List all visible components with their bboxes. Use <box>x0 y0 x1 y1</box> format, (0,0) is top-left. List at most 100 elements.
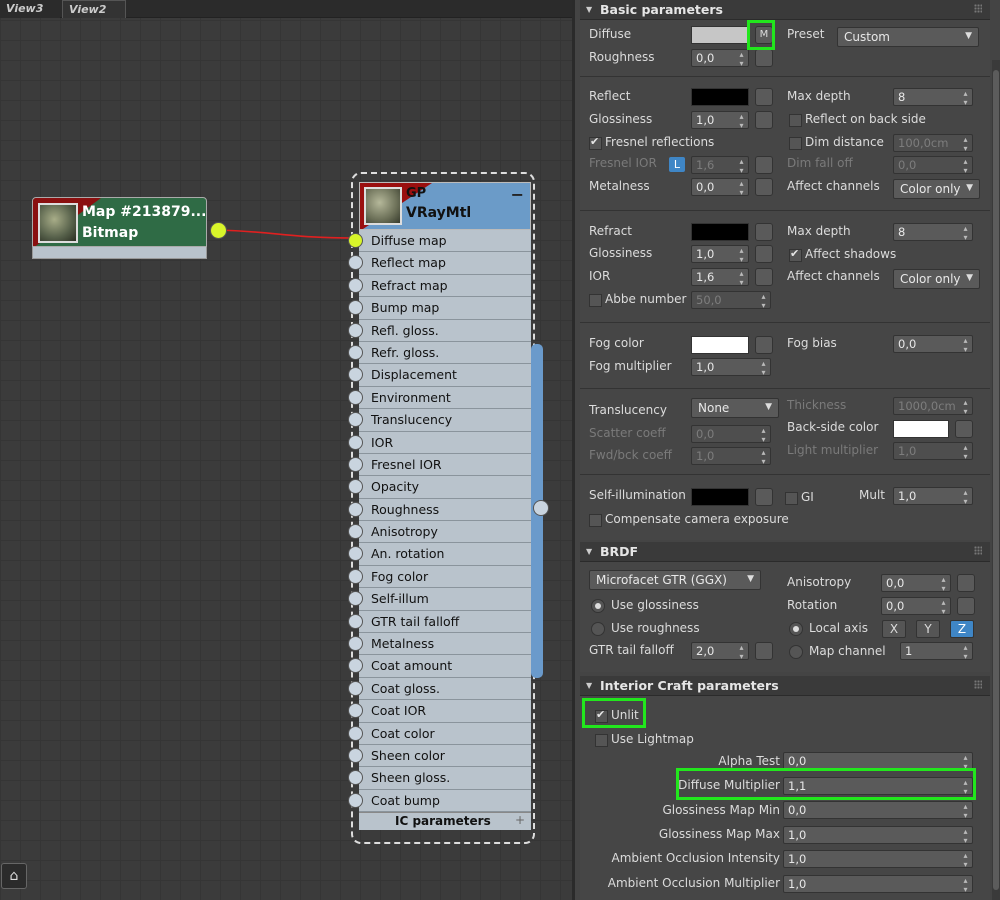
use-roughness-radio[interactable]: Use roughness <box>591 621 700 637</box>
map-slot[interactable]: Anisotropy <box>348 521 531 544</box>
map-slot[interactable]: GTR tail falloff <box>348 610 531 634</box>
map-slot[interactable]: Environment <box>348 386 531 410</box>
map-slot[interactable]: Coat color <box>348 722 531 745</box>
diffuse-multiplier-spinner[interactable]: 1,1 <box>783 777 973 795</box>
expand-plus-icon[interactable]: + <box>515 813 525 827</box>
map-slot[interactable]: Self-illum <box>348 588 531 611</box>
bitmap-output-socket[interactable] <box>210 222 227 239</box>
ior-spinner[interactable]: 1,6 <box>691 268 749 286</box>
anisotropy-map-button[interactable] <box>957 574 975 592</box>
input-socket[interactable] <box>348 412 363 428</box>
light-multiplier-spinner[interactable]: 1,0 <box>893 442 973 460</box>
map-slot[interactable]: Coat amount <box>348 655 531 678</box>
input-socket[interactable] <box>348 568 363 584</box>
input-socket[interactable] <box>348 233 363 248</box>
reflect-color-swatch[interactable] <box>691 88 749 106</box>
rollout-header-basic[interactable]: ▼ Basic parameters <box>580 0 990 20</box>
input-socket[interactable] <box>348 255 363 271</box>
dim-distance-checkbox[interactable]: Dim distance <box>789 135 884 151</box>
map-slot[interactable]: Reflect map <box>348 252 531 275</box>
map-slot[interactable]: Coat IOR <box>348 700 531 723</box>
diffuse-map-button[interactable]: M <box>755 26 773 44</box>
axis-z-button[interactable]: Z <box>950 620 974 638</box>
map-slot[interactable]: Refl. gloss. <box>348 319 531 342</box>
rollout-header-interior-craft[interactable]: ▼ Interior Craft parameters <box>580 676 990 696</box>
map-channel-radio[interactable]: Map channel <box>789 644 886 660</box>
panel-scrollbar[interactable] <box>992 60 1000 900</box>
diffuse-color-swatch[interactable] <box>691 26 749 44</box>
input-socket[interactable] <box>348 501 363 517</box>
thickness-spinner[interactable]: 1000,0cm <box>893 397 973 415</box>
axis-y-button[interactable]: Y <box>916 620 940 638</box>
translucency-dropdown[interactable]: None <box>691 398 779 418</box>
brdf-type-dropdown[interactable]: Microfacet GTR (GGX) <box>589 570 761 590</box>
map-slot[interactable]: Fog color <box>348 565 531 589</box>
alpha-test-spinner[interactable]: 0,0 <box>783 752 973 770</box>
input-socket[interactable] <box>348 367 363 383</box>
reflect-map-button[interactable] <box>755 88 773 106</box>
use-lightmap-checkbox[interactable]: Use Lightmap <box>595 732 694 748</box>
map-slot[interactable]: Refract map <box>348 274 531 298</box>
fog-bias-spinner[interactable]: 0,0 <box>893 335 973 353</box>
input-socket[interactable] <box>348 456 363 472</box>
glossiness-spinner[interactable]: 1,0 <box>691 111 749 129</box>
compensate-exposure-checkbox[interactable]: Compensate camera exposure <box>589 512 789 528</box>
use-glossiness-radio[interactable]: Use glossiness <box>591 598 699 614</box>
local-axis-radio[interactable]: Local axis <box>789 621 868 637</box>
fresnel-reflections-checkbox[interactable]: Fresnel reflections <box>589 135 714 151</box>
roughness-map-button[interactable] <box>755 49 773 67</box>
map-slot[interactable]: Refr. gloss. <box>348 341 531 365</box>
rollout-header-brdf[interactable]: ▼ BRDF <box>580 542 990 562</box>
input-socket[interactable] <box>348 344 363 360</box>
input-socket[interactable] <box>348 322 363 338</box>
map-slot[interactable]: Roughness <box>348 498 531 522</box>
metalness-map-button[interactable] <box>755 178 773 196</box>
input-socket[interactable] <box>348 300 363 316</box>
ao-intensity-spinner[interactable]: 1,0 <box>783 850 973 868</box>
vraymtl-node[interactable]: GP VRayMtl − Diffuse map Reflect map Refra… <box>348 172 543 844</box>
ior-map-button[interactable] <box>755 268 773 286</box>
rotation-map-button[interactable] <box>957 597 975 615</box>
input-socket[interactable] <box>348 389 363 405</box>
axis-x-button[interactable]: X <box>882 620 906 638</box>
refract-map-button[interactable] <box>755 223 773 241</box>
map-slot[interactable]: Bump map <box>348 297 531 320</box>
map-slot[interactable]: Sheen color <box>348 744 531 768</box>
gi-checkbox[interactable]: GI <box>785 490 814 506</box>
tab-view2[interactable]: View2 <box>62 0 126 18</box>
scatter-coeff-spinner[interactable]: 0,0 <box>691 425 771 443</box>
map-slot[interactable]: Coat bump <box>348 789 531 813</box>
fwd-bck-coeff-spinner[interactable]: 1,0 <box>691 447 771 465</box>
refract-max-depth-spinner[interactable]: 8 <box>893 223 973 241</box>
fresnel-ior-map-button[interactable] <box>755 156 773 174</box>
map-slot[interactable]: Fresnel IOR <box>348 453 531 477</box>
self-illum-map-button[interactable] <box>755 488 773 506</box>
unlit-checkbox[interactable]: Unlit <box>595 708 639 724</box>
input-socket[interactable] <box>348 591 363 607</box>
map-slot[interactable]: Translucency <box>348 409 531 432</box>
fog-multiplier-spinner[interactable]: 1,0 <box>691 358 771 376</box>
back-side-map-button[interactable] <box>955 420 973 438</box>
abbe-number-spinner[interactable]: 50,0 <box>691 291 771 309</box>
input-socket[interactable] <box>348 546 363 562</box>
max-depth-spinner[interactable]: 8 <box>893 88 973 106</box>
vraymtl-node-header[interactable]: GP VRayMtl − <box>359 182 531 230</box>
reflect-back-side-checkbox[interactable]: Reflect on back side <box>789 112 926 128</box>
affect-shadows-checkbox[interactable]: Affect shadows <box>789 247 896 263</box>
gtr-map-button[interactable] <box>755 642 773 660</box>
anisotropy-spinner[interactable]: 0,0 <box>881 574 951 592</box>
ic-parameters-footer[interactable]: IC parameters + <box>359 812 531 830</box>
input-socket[interactable] <box>348 703 363 719</box>
map-slot[interactable]: Diffuse map <box>348 230 531 253</box>
map-slot[interactable]: Sheen gloss. <box>348 767 531 790</box>
rotation-spinner[interactable]: 0,0 <box>881 597 951 615</box>
map-slot[interactable]: An. rotation <box>348 543 531 566</box>
dim-distance-spinner[interactable]: 100,0cm <box>893 134 973 152</box>
fog-color-map-button[interactable] <box>755 336 773 354</box>
slate-node-editor[interactable]: View3 View2 Map #213879... Bitmap GP VRa… <box>0 0 572 900</box>
input-socket[interactable] <box>348 747 363 763</box>
input-socket[interactable] <box>348 725 363 741</box>
self-illum-mult-spinner[interactable]: 1,0 <box>893 487 973 505</box>
metalness-spinner[interactable]: 0,0 <box>691 178 749 196</box>
glossiness-map-button[interactable] <box>755 111 773 129</box>
